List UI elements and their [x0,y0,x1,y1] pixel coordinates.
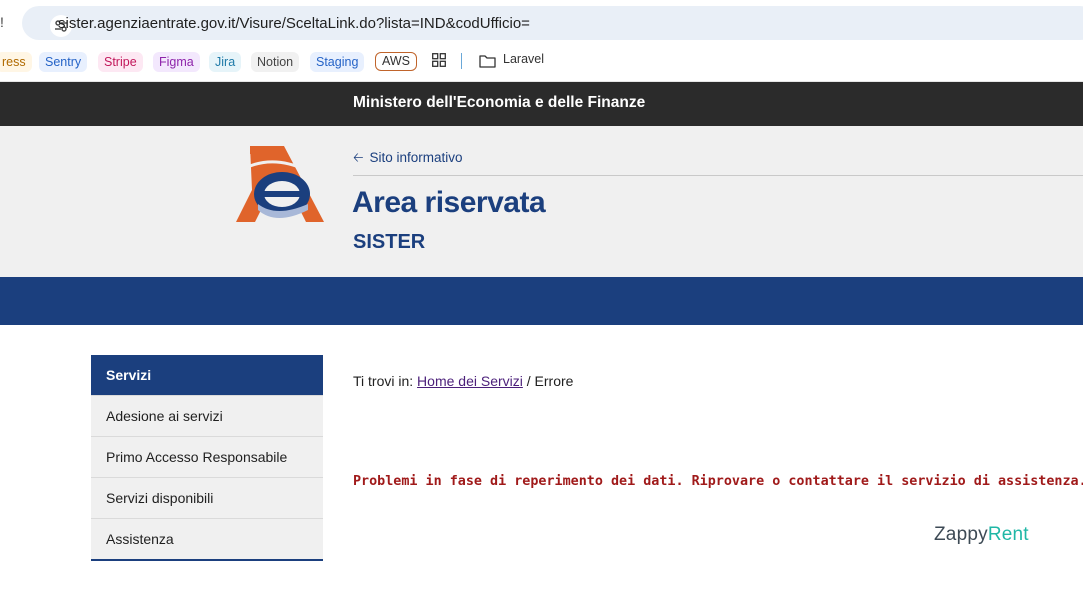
bookmark-jira[interactable]: Jira [209,52,242,72]
header-divider [353,175,1083,176]
folder-icon [479,54,496,73]
bookmarks-divider [461,53,462,69]
sidebar-item-assistenza[interactable]: Assistenza [91,518,323,559]
url-text[interactable]: sister.agenziaentrate.gov.it/Visure/Scel… [58,15,530,32]
page-title: Area riservata [352,186,546,219]
error-message: Problemi in fase di reperimento dei dati… [353,474,1083,489]
ministry-title[interactable]: Ministero dell'Economia e delle Finanze [353,94,645,112]
back-link-label: Sito informativo [369,150,463,165]
bookmark-stripe[interactable]: Stripe [98,52,143,72]
breadcrumb-prefix: Ti trovi in: [353,373,414,389]
browser-toolbar: ! sister.agenziaentrate.gov.it/Visure/Sc… [0,0,1083,44]
blue-band [0,277,1083,325]
left-edge-glyph: ! [0,14,4,30]
bookmark-laravel[interactable]: Laravel [503,52,544,66]
breadcrumb-current: Errore [534,373,574,389]
bookmark-staging[interactable]: Staging [310,52,365,72]
bookmark-sentry[interactable]: Sentry [39,52,88,72]
zappyrent-watermark: ZappyRent [934,524,1029,546]
arrow-left-icon: 🡠 [353,150,364,165]
watermark-part1: Zappy [934,524,988,545]
breadcrumb-home-link[interactable]: Home dei Servizi [417,373,523,389]
bookmark-aws[interactable]: AWS [375,52,418,71]
sidebar-heading: Servizi [91,355,323,395]
bookmark-notion[interactable]: Notion [251,52,300,72]
sito-informativo-link[interactable]: 🡠 Sito informativo [353,149,463,171]
breadcrumb-separator: / [526,373,531,389]
brand-header: 🡠 Sito informativo Area riservata SISTER [0,126,1083,277]
watermark-part2: Rent [987,524,1029,545]
sidebar-item-primo-accesso[interactable]: Primo Accesso Responsabile [91,436,323,477]
bookmark-figma[interactable]: Figma [153,52,200,72]
bookmark-ress[interactable]: ress [0,52,32,72]
services-sidebar: Servizi Adesione ai servizi Primo Access… [91,355,323,561]
sidebar-item-adesione[interactable]: Adesione ai servizi [91,395,323,436]
ministry-bar: Ministero dell'Economia e delle Finanze [0,82,1083,126]
sidebar-item-servizi-disponibili[interactable]: Servizi disponibili [91,477,323,518]
apps-grid-icon[interactable] [432,53,446,72]
breadcrumb: Ti trovi in: Home dei Servizi / Errore [353,373,573,389]
page-subtitle: SISTER [353,231,426,253]
agenzia-entrate-logo[interactable] [236,146,324,229]
